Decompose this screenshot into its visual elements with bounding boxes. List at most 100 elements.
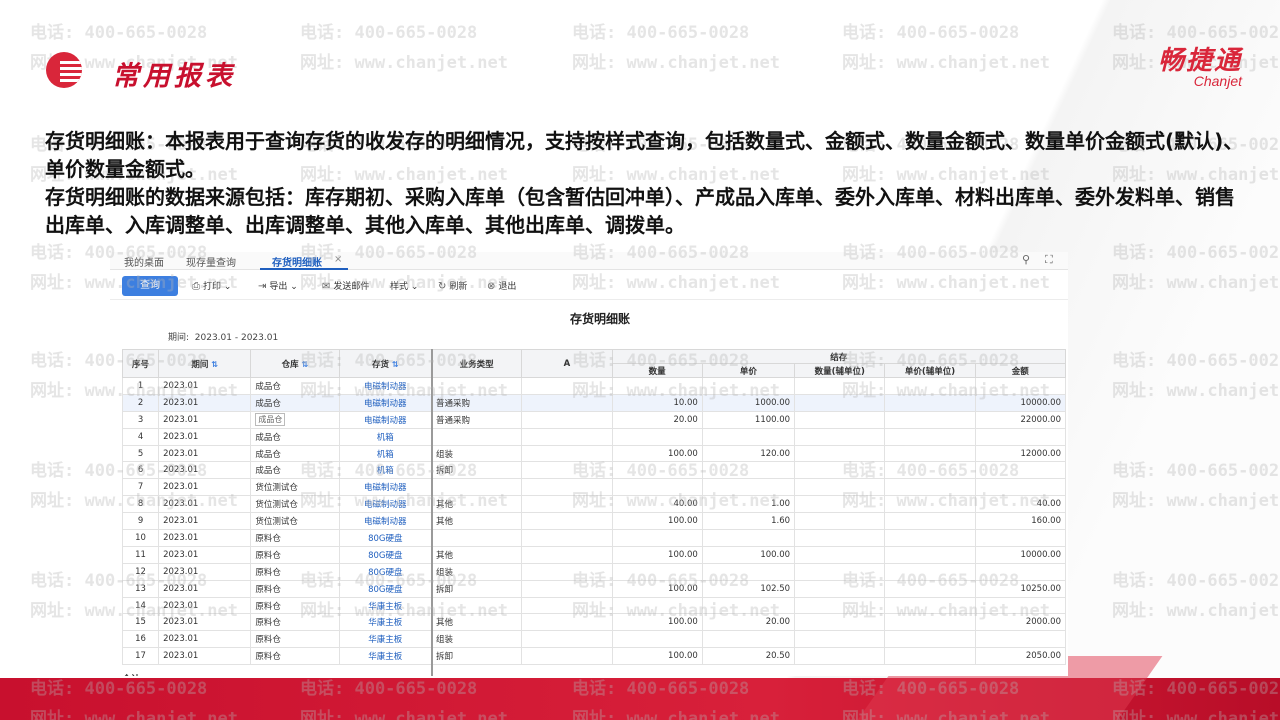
table-row[interactable]: 1 2023.01 成品仓 电磁制动器 — [121, 377, 1067, 395]
table-row[interactable]: 16 2023.01 原料仓 华康主板 组装 — [121, 630, 1067, 649]
report-title: 存货明细账 — [569, 312, 630, 326]
cell-period: 2023.01 — [158, 478, 252, 497]
tab-close-icon[interactable]: × — [334, 254, 342, 265]
cell-warehouse: 原料仓 — [250, 647, 340, 666]
cell-price: 1100.00 — [701, 410, 796, 429]
cell-price — [701, 377, 796, 395]
table-row[interactable]: 8 2023.01 货位测试仓 电磁制动器 其他 40.00 1.00 40.00 — [121, 495, 1067, 514]
table-row[interactable]: 13 2023.01 原料仓 80G硬盘 拆卸 100.00 102.50 10250.00 — [121, 579, 1067, 598]
cell-inventory[interactable]: 80G硬盘 — [338, 579, 432, 598]
table-row[interactable]: 12 2023.01 原料仓 80G硬盘 组装 — [121, 562, 1067, 581]
cell-biz: 拆卸 — [430, 579, 523, 598]
cell-inventory[interactable]: 电磁制动器 — [338, 495, 432, 514]
exit-button[interactable]: ⊗ 退出 — [487, 279, 516, 292]
sort-icon[interactable]: ⇅ — [211, 360, 218, 369]
cell-period: 2023.01 — [158, 596, 252, 615]
cell-inventory[interactable]: 电磁制动器 — [338, 393, 432, 412]
table-row[interactable]: 10 2023.01 原料仓 80G硬盘 — [121, 529, 1067, 547]
column-header-unit-price[interactable]: 单价 — [701, 363, 796, 378]
app-window: 我的桌面 现存量查询 存货明细账 × ⚲ ⛶ 查询 ⎙ 打印 ⌄ ⇥ 导出 ⌄ ✉ 发… — [110, 252, 1068, 676]
cell-price — [701, 427, 796, 446]
print-button[interactable]: ⎙ 打印 ⌄ — [192, 279, 231, 292]
column-header-aux-price[interactable]: 单价(辅单位) — [884, 363, 976, 378]
cell-biz — [430, 596, 523, 615]
style-button[interactable]: 样式 ⌄ — [390, 279, 418, 292]
cell-inventory[interactable]: 华康主板 — [338, 613, 432, 632]
cell-seq: 4 — [121, 427, 160, 446]
search-icon[interactable]: ⚲ — [1022, 253, 1030, 266]
cell-warehouse: 成品仓 — [250, 427, 340, 446]
cell-inventory[interactable]: 机箱 — [338, 461, 432, 480]
column-header-seq[interactable]: 序号 — [121, 349, 160, 378]
sort-icon[interactable]: ⇅ — [302, 360, 309, 369]
column-header-balance: 结存 — [611, 349, 1066, 364]
column-header-a[interactable]: A — [521, 349, 613, 378]
table-row[interactable]: 15 2023.01 原料仓 华康主板 其他 100.00 20.00 2000.00 — [121, 613, 1067, 632]
cell-inventory[interactable]: 华康主板 — [338, 647, 432, 666]
cell-inventory[interactable]: 华康主板 — [338, 596, 432, 615]
export-button[interactable]: ⇥ 导出 ⌄ — [258, 279, 298, 292]
cell-inventory[interactable]: 80G硬盘 — [338, 529, 432, 547]
cell-qty: 100.00 — [611, 545, 703, 564]
cell-price: 20.00 — [701, 613, 796, 632]
cell-a — [521, 377, 613, 395]
table-row[interactable]: 9 2023.01 货位测试仓 电磁制动器 其他 100.00 1.60 160.00 — [121, 512, 1067, 531]
column-header-aux-qty[interactable]: 数量(辅单位) — [794, 363, 886, 378]
drag-ghost-tag: 成品仓 — [255, 413, 286, 427]
column-header-biz-type[interactable]: 业务类型 — [430, 349, 523, 378]
cell-inventory[interactable]: 电磁制动器 — [338, 377, 432, 395]
cell-qty: 100.00 — [611, 579, 703, 598]
cell-inventory[interactable]: 机箱 — [338, 427, 432, 446]
send-email-button[interactable]: ✉ 发送邮件 — [322, 279, 369, 292]
period-line: 期间: 2023.01 - 2023.01 — [168, 330, 278, 343]
table-row[interactable]: 4 2023.01 成品仓 机箱 — [121, 427, 1067, 446]
cell-qty: 10.00 — [611, 393, 703, 412]
cell-aux-price — [884, 495, 976, 514]
column-header-inventory[interactable]: 存货 ⇅ — [338, 349, 432, 378]
table-row[interactable]: 3 2023.01 成品仓 电磁制动器 普通采购 20.00 1100.00 22000.00 — [121, 410, 1067, 429]
table-row[interactable]: 5 2023.01 成品仓 机箱 组装 100.00 120.00 12000.00 — [121, 444, 1067, 463]
cell-inventory[interactable]: 电磁制动器 — [338, 410, 432, 429]
table-row[interactable]: 2 2023.01 成品仓 电磁制动器 普通采购 10.00 1000.00 10000.00 — [121, 393, 1067, 412]
cell-amount — [974, 630, 1067, 649]
cell-aux-price — [884, 630, 976, 649]
total-row-label: 合计 — [122, 672, 140, 676]
cell-inventory[interactable]: 80G硬盘 — [338, 562, 432, 581]
cell-inventory[interactable]: 电磁制动器 — [338, 512, 432, 531]
column-header-amount[interactable]: 金额 — [974, 363, 1067, 378]
column-header-warehouse[interactable]: 仓库 ⇅ — [250, 349, 340, 378]
cell-period: 2023.01 — [158, 377, 252, 395]
toolbar-divider — [110, 299, 1068, 300]
refresh-button[interactable]: ↻ 刷新 — [438, 279, 467, 292]
table-row[interactable]: 6 2023.01 成品仓 机箱 拆卸 — [121, 461, 1067, 480]
active-tab-indicator — [260, 268, 348, 270]
frozen-column-divider[interactable] — [431, 349, 433, 676]
cell-period: 2023.01 — [158, 410, 252, 429]
tab-my-desktop[interactable]: 我的桌面 — [124, 254, 164, 269]
cell-inventory[interactable]: 机箱 — [338, 444, 432, 463]
cell-amount: 2050.00 — [974, 647, 1067, 666]
cell-inventory[interactable]: 华康主板 — [338, 630, 432, 649]
period-value: 2023.01 - 2023.01 — [194, 333, 279, 343]
cell-a — [521, 393, 613, 412]
cell-period: 2023.01 — [158, 529, 252, 547]
table-row[interactable]: 17 2023.01 原料仓 华康主板 拆卸 100.00 20.50 2050.00 — [121, 647, 1067, 666]
table-row[interactable]: 7 2023.01 货位测试仓 电磁制动器 — [121, 478, 1067, 497]
fullscreen-icon[interactable]: ⛶ — [1045, 253, 1053, 267]
cell-price: 100.00 — [701, 545, 796, 564]
table-row[interactable]: 11 2023.01 原料仓 80G硬盘 其他 100.00 100.00 10000.00 — [121, 545, 1067, 564]
query-button[interactable]: 查询 — [122, 276, 178, 296]
cell-aux-qty — [794, 545, 886, 564]
sort-icon[interactable]: ⇅ — [392, 360, 399, 369]
cell-aux-price — [884, 529, 976, 547]
cell-inventory[interactable]: 电磁制动器 — [338, 478, 432, 497]
column-header-qty[interactable]: 数量 — [611, 363, 703, 378]
tab-inventory-ledger[interactable]: 存货明细账 — [272, 254, 322, 269]
column-header-period[interactable]: 期间 ⇅ — [158, 349, 252, 378]
cell-amount — [974, 461, 1067, 480]
cell-inventory[interactable]: 80G硬盘 — [338, 545, 432, 564]
table-row[interactable]: 14 2023.01 原料仓 华康主板 — [121, 596, 1067, 615]
cell-aux-qty — [794, 461, 886, 480]
tab-stock-query[interactable]: 现存量查询 — [186, 254, 236, 269]
cell-period: 2023.01 — [158, 512, 252, 531]
